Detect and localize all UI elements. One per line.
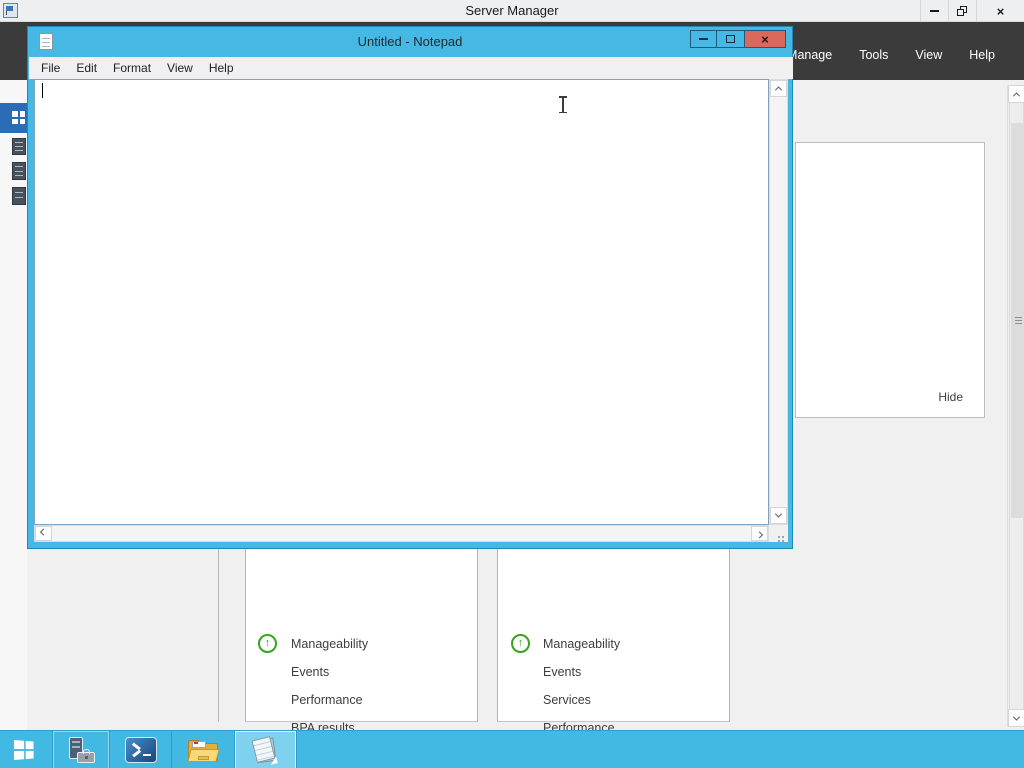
scroll-down-button[interactable] <box>1008 709 1024 727</box>
maximize-icon <box>726 35 735 43</box>
welcome-tile: Hide <box>795 142 985 418</box>
close-icon: × <box>996 3 1005 19</box>
taskbar-file-explorer-button[interactable] <box>172 731 235 768</box>
menu-edit[interactable]: Edit <box>68 61 105 75</box>
chevron-down-icon <box>774 510 783 518</box>
sidebar-item-local-server[interactable] <box>12 138 26 155</box>
windows-logo-icon <box>13 740 34 760</box>
grip-icon <box>1015 320 1022 321</box>
minimize-button[interactable] <box>690 30 717 48</box>
notepad-client-area <box>34 79 788 542</box>
scroll-down-button[interactable] <box>770 507 787 524</box>
chevron-left-icon <box>39 528 48 536</box>
hide-link[interactable]: Hide <box>938 390 963 404</box>
desktop: Server Manager × Manage Tools View Help … <box>0 0 1024 768</box>
taskbar: × × 4:58 AM 12/4/2025 <box>0 730 1024 768</box>
notepad-menubar: File Edit Format View Help <box>29 57 793 79</box>
scroll-up-button[interactable] <box>770 80 787 97</box>
notepad-window-title: Untitled - Notepad <box>357 34 463 49</box>
server-manager-window-controls: × <box>920 0 1024 22</box>
restore-button[interactable] <box>948 0 976 22</box>
menu-help[interactable]: Help <box>969 48 995 62</box>
start-button[interactable] <box>0 731 53 768</box>
text-caret <box>42 83 43 98</box>
scroll-up-button[interactable] <box>1008 85 1024 103</box>
maximize-button[interactable] <box>716 30 745 48</box>
menu-tools[interactable]: Tools <box>859 48 888 62</box>
minimize-icon <box>699 38 708 40</box>
server-manager-window-title: Server Manager <box>465 3 559 18</box>
tile-item-manageability[interactable]: Manageability <box>543 637 620 651</box>
chevron-right-icon <box>755 531 764 539</box>
grip-dots-icon <box>782 536 784 538</box>
tile-item-events[interactable]: Events <box>291 665 329 679</box>
notepad-window: Untitled - Notepad × File Edit Format Vi… <box>27 26 793 549</box>
chevron-down-icon <box>1012 713 1021 721</box>
notepad-vertical-scrollbar[interactable] <box>769 79 788 525</box>
taskbar-powershell-button[interactable] <box>110 731 172 768</box>
minimize-icon <box>930 10 939 12</box>
server-manager-sidebar <box>0 80 27 730</box>
notepad-titlebar[interactable]: Untitled - Notepad × <box>28 27 792 57</box>
powershell-icon <box>124 737 157 763</box>
tile-item-manageability[interactable]: Manageability <box>291 637 368 651</box>
server-manager-icon <box>66 736 96 764</box>
sidebar-item-dashboard[interactable] <box>0 103 27 133</box>
taskbar-server-manager-button[interactable] <box>53 731 110 768</box>
scroll-right-button[interactable] <box>751 526 768 541</box>
close-icon: × <box>761 31 769 47</box>
menu-format[interactable]: Format <box>105 61 159 75</box>
up-arrow-circle-icon: ↑ <box>258 634 277 653</box>
scrollbar-track[interactable] <box>1009 103 1024 709</box>
chevron-up-icon <box>774 86 783 94</box>
main-scrollbar[interactable] <box>1007 85 1024 727</box>
notepad-horizontal-scrollbar[interactable] <box>34 525 769 542</box>
resize-grip[interactable] <box>769 525 788 542</box>
dashboard-icon <box>12 111 25 124</box>
ibeam-cursor <box>556 96 569 113</box>
scrollbar-thumb[interactable] <box>1011 123 1024 518</box>
sidebar-item-all-servers[interactable] <box>12 162 26 180</box>
tile-item-performance[interactable]: Performance <box>291 693 363 707</box>
up-arrow-circle-icon: ↑ <box>511 634 530 653</box>
notepad-icon <box>251 735 279 765</box>
minimize-button[interactable] <box>920 0 948 22</box>
menu-manage[interactable]: Manage <box>787 48 832 62</box>
tile-item-services[interactable]: Services <box>543 693 591 707</box>
notepad-text-area[interactable] <box>34 79 769 525</box>
tile-item-events[interactable]: Events <box>543 665 581 679</box>
menu-help[interactable]: Help <box>201 61 242 75</box>
close-button[interactable]: × <box>744 30 786 48</box>
taskbar-notepad-button-active[interactable] <box>235 731 297 768</box>
close-button[interactable]: × <box>976 0 1024 22</box>
restore-icon <box>957 6 968 16</box>
chevron-up-icon <box>1012 91 1021 99</box>
menu-view[interactable]: View <box>159 61 201 75</box>
scroll-left-button[interactable] <box>35 526 52 541</box>
menu-file[interactable]: File <box>33 61 68 75</box>
server-manager-titlebar: Server Manager × <box>0 0 1024 22</box>
notepad-window-controls: × <box>690 30 786 48</box>
sidebar-item-file-storage-services[interactable] <box>12 187 26 205</box>
file-explorer-icon <box>186 738 220 763</box>
menu-view[interactable]: View <box>915 48 942 62</box>
